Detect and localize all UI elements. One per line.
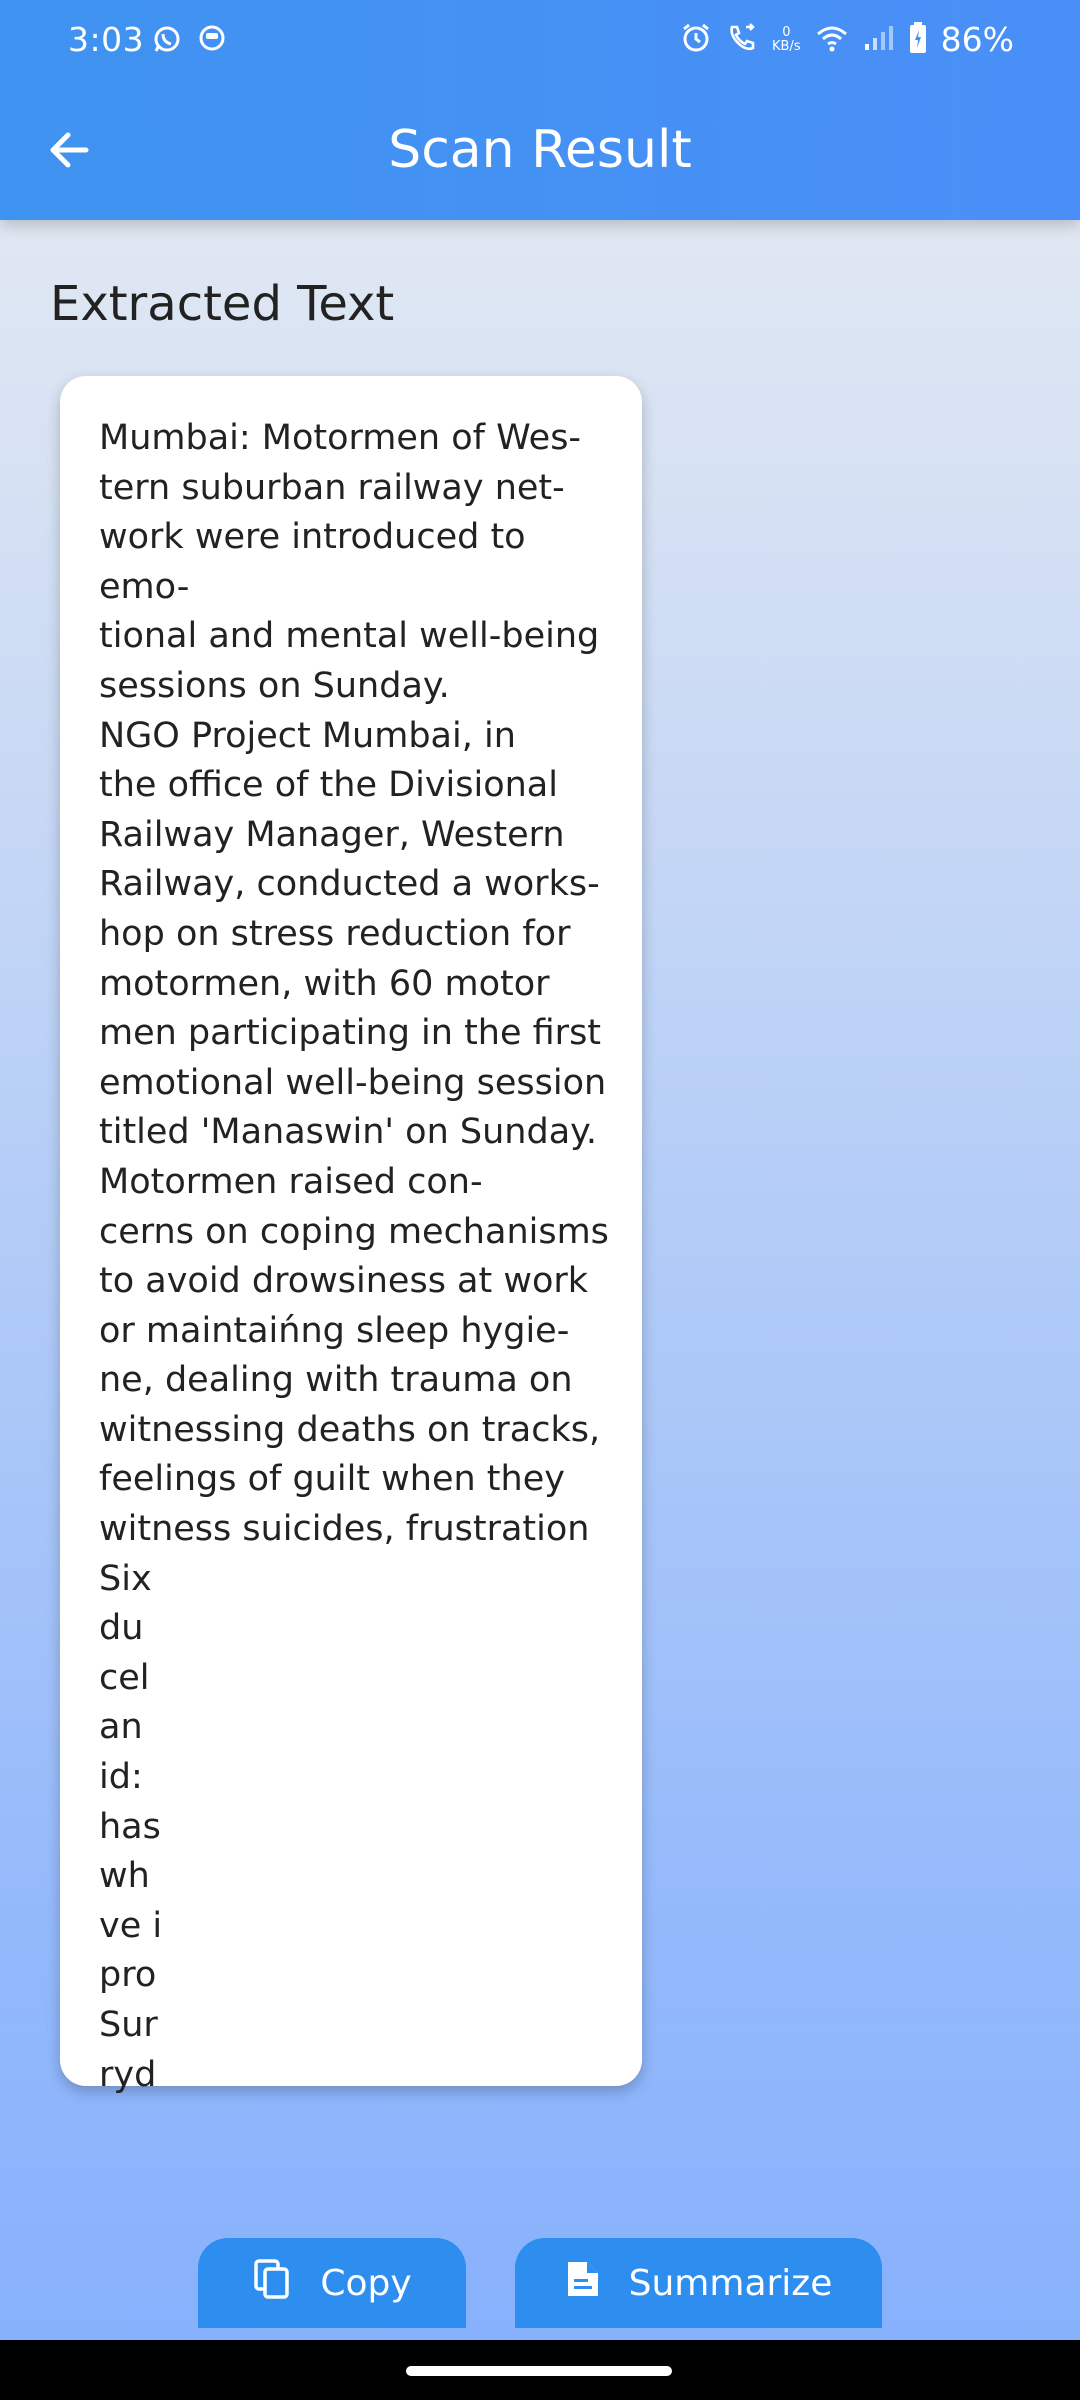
wifi-icon <box>815 23 849 57</box>
data-speed-icon: 0 KB/s <box>772 24 801 54</box>
home-indicator[interactable] <box>406 2366 672 2376</box>
summarize-button[interactable]: Summarize <box>515 2238 882 2328</box>
navigation-bar <box>0 2340 1080 2400</box>
status-left-icons <box>152 24 226 58</box>
data-speed-unit: KB/s <box>772 38 801 54</box>
alarm-icon <box>680 22 712 58</box>
page-title: Scan Result <box>388 120 692 180</box>
copy-label: Copy <box>320 2262 412 2304</box>
status-bar: 3:03 0 KB/s 86% <box>0 0 1080 84</box>
extracted-text: Mumbai: Motormen of Wes- tern suburban r… <box>99 418 609 2095</box>
battery-percentage: 86% <box>940 20 1014 59</box>
notification-icon <box>198 24 226 58</box>
battery-icon <box>909 21 927 58</box>
section-title: Extracted Text <box>50 276 395 332</box>
data-speed-value: 0 <box>782 24 791 40</box>
call-icon <box>726 22 758 58</box>
extracted-text-card: Mumbai: Motormen of Wes- tern suburban r… <box>60 376 642 2095</box>
summarize-label: Summarize <box>628 2262 833 2304</box>
copy-icon <box>252 2257 292 2310</box>
copy-button[interactable]: Copy <box>198 2238 466 2328</box>
status-time: 3:03 <box>68 20 145 59</box>
app-header: 3:03 0 KB/s 86% Scan Result <box>0 0 1080 220</box>
status-right-icons: 0 KB/s 86% <box>680 20 1014 59</box>
whatsapp-icon <box>152 24 182 58</box>
document-icon <box>565 2259 601 2308</box>
signal-icon <box>863 24 895 56</box>
